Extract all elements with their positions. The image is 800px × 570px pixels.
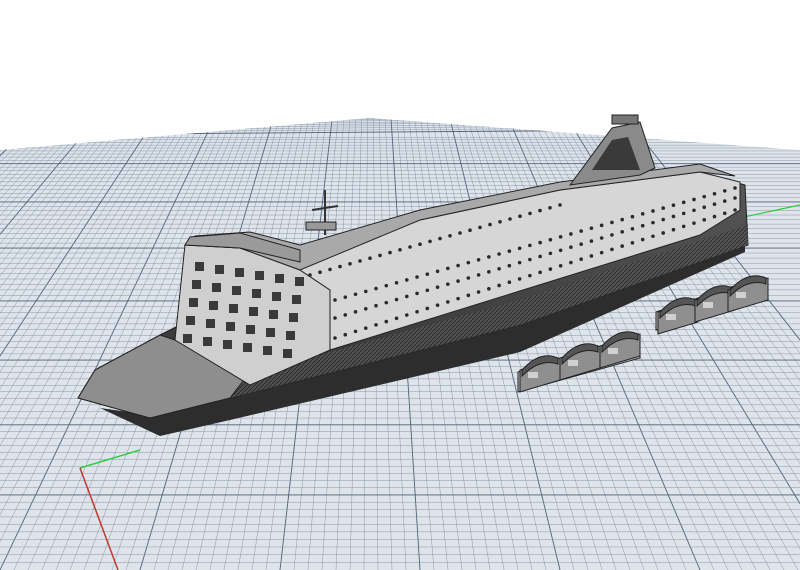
perspective-view[interactable]	[0, 0, 800, 570]
funnel-top	[611, 114, 639, 125]
3d-viewport[interactable]	[0, 0, 800, 570]
